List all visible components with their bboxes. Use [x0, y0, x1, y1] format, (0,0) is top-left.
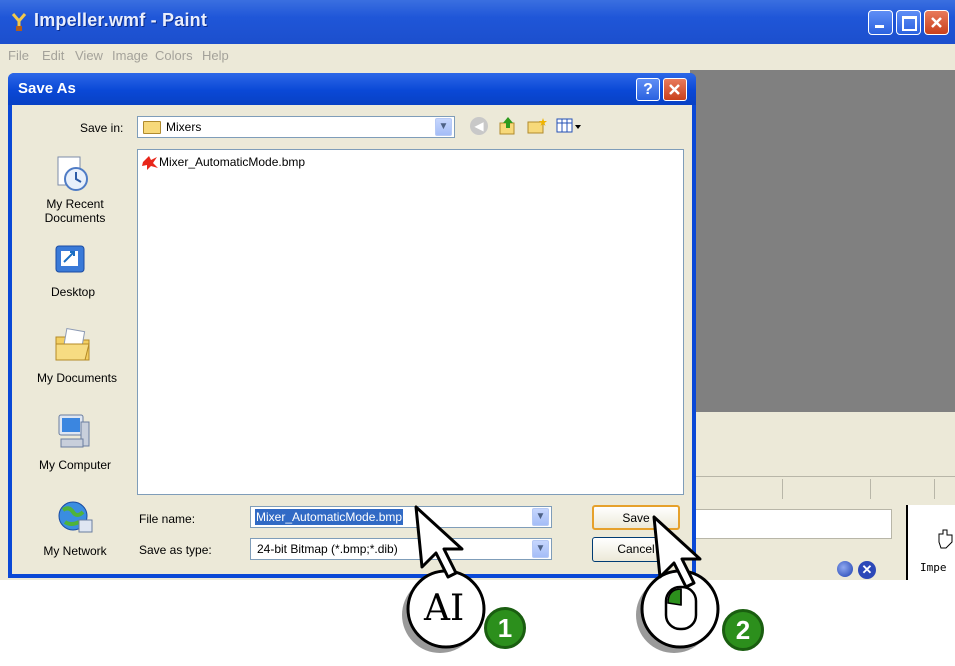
menu-help[interactable]: Help — [202, 48, 229, 63]
save-in-value: Mixers — [166, 120, 202, 134]
paint-workspace-bottom — [690, 412, 955, 476]
help-icon[interactable] — [837, 561, 853, 577]
paint-app-icon — [10, 12, 28, 32]
place-desktop[interactable]: Desktop — [18, 285, 128, 299]
question-icon: ? — [643, 81, 653, 98]
minimize-icon — [875, 25, 884, 28]
dialog-close-button[interactable] — [663, 78, 687, 101]
maximize-icon — [902, 16, 917, 31]
panel-close-icon[interactable]: ✕ — [858, 561, 876, 579]
status-divider — [782, 479, 783, 499]
menu-file[interactable]: File — [8, 48, 29, 63]
click-callout: 2 — [622, 515, 772, 661]
menu-edit[interactable]: Edit — [42, 48, 64, 63]
close-icon — [669, 84, 680, 95]
chevron-down-icon[interactable]: ▼ — [435, 118, 452, 136]
maximize-button[interactable] — [896, 10, 921, 35]
new-folder-icon[interactable] — [526, 117, 548, 135]
close-icon — [931, 17, 942, 28]
minimize-button[interactable] — [868, 10, 893, 35]
back-icon[interactable]: ◀ — [470, 117, 488, 135]
paint-window-title: Impeller.wmf - Paint — [34, 10, 208, 30]
step-badge-1: 1 — [484, 607, 526, 649]
folder-icon — [143, 121, 161, 134]
dialog-title-bar[interactable] — [8, 73, 696, 105]
file-name: Mixer_AutomaticMode.bmp — [159, 155, 306, 169]
file-name-input-value: Mixer_AutomaticMode.bmp — [255, 509, 404, 525]
save-as-type-value: 24-bit Bitmap (*.bmp;*.dib) — [257, 542, 398, 556]
type-callout: AI 1 — [392, 505, 542, 661]
save-as-type-label: Save as type: — [139, 543, 212, 557]
my-documents-icon — [53, 327, 93, 363]
file-name-label: File name: — [139, 512, 196, 526]
place-my-documents[interactable]: My Documents — [22, 371, 132, 385]
text-cursor-icon: AI — [424, 588, 465, 629]
place-recent-documents[interactable]: My Recent Documents — [20, 197, 130, 225]
my-computer-icon — [55, 412, 93, 452]
save-in-dropdown[interactable]: Mixers ▼ — [137, 116, 455, 138]
file-list[interactable]: Mixer_AutomaticMode.bmp — [137, 149, 684, 495]
place-my-computer[interactable]: My Computer — [20, 458, 130, 472]
dialog-title: Save As — [18, 80, 76, 97]
paint-status-bar — [690, 476, 955, 501]
step-badge-2: 2 — [722, 609, 764, 651]
desktop-icon — [54, 243, 88, 275]
hand-icon — [936, 528, 955, 550]
save-in-label: Save in: — [80, 121, 124, 135]
my-network-icon — [55, 498, 95, 538]
menu-view[interactable]: View — [75, 48, 103, 63]
dialog-help-button[interactable]: ? — [636, 78, 660, 101]
menu-colors[interactable]: Colors — [155, 48, 193, 63]
views-menu-icon[interactable] — [556, 118, 582, 134]
side-panel-label: Impe — [920, 561, 947, 574]
place-my-network[interactable]: My Network — [20, 544, 130, 558]
recent-documents-icon — [52, 155, 92, 193]
bitmap-file-icon — [141, 154, 159, 170]
close-button[interactable] — [924, 10, 949, 35]
paint-canvas-area — [690, 70, 955, 412]
status-divider — [934, 479, 935, 499]
menu-image[interactable]: Image — [112, 48, 148, 63]
status-divider — [870, 479, 871, 499]
up-folder-icon[interactable] — [498, 115, 518, 137]
